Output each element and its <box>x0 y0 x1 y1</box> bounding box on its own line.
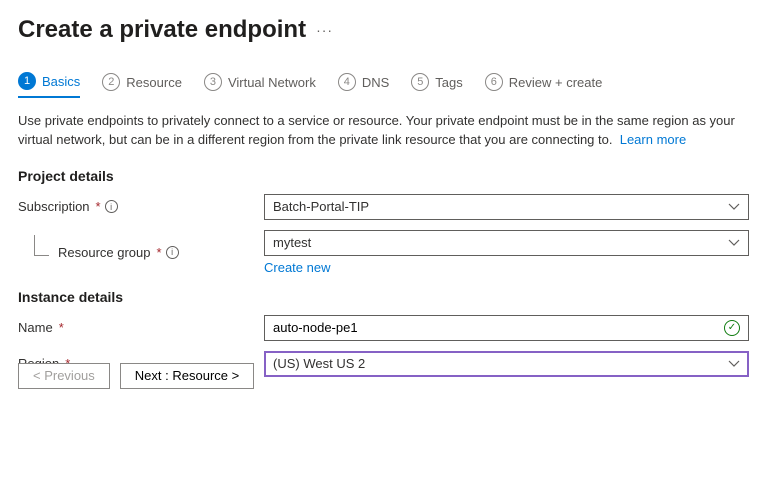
tab-virtual-network[interactable]: 3 Virtual Network <box>204 72 316 98</box>
subscription-label: Subscription* i <box>18 199 264 214</box>
chevron-down-icon <box>728 201 740 213</box>
success-icon: ✓ <box>724 320 740 336</box>
tab-label: Basics <box>42 74 80 89</box>
step-number-icon: 1 <box>18 72 36 90</box>
info-icon[interactable]: i <box>166 246 179 259</box>
next-button[interactable]: Next : Resource > <box>120 363 254 389</box>
tab-tags[interactable]: 5 Tags <box>411 72 462 98</box>
step-number-icon: 4 <box>338 73 356 91</box>
chevron-down-icon <box>728 358 740 370</box>
name-label: Name* <box>18 320 264 335</box>
learn-more-link[interactable]: Learn more <box>620 132 686 147</box>
tab-basics[interactable]: 1 Basics <box>18 72 80 98</box>
project-details-heading: Project details <box>18 168 749 184</box>
tab-label: DNS <box>362 75 389 90</box>
region-select[interactable]: (US) West US 2 <box>264 351 749 377</box>
tab-label: Review + create <box>509 75 603 90</box>
tab-review-create[interactable]: 6 Review + create <box>485 72 603 98</box>
step-number-icon: 2 <box>102 73 120 91</box>
more-icon[interactable]: ··· <box>316 22 333 38</box>
wizard-tabs: 1 Basics 2 Resource 3 Virtual Network 4 … <box>18 72 749 98</box>
description-text: Use private endpoints to privately conne… <box>18 112 749 150</box>
name-input[interactable]: ✓ <box>264 315 749 341</box>
resource-group-label: Resource group* i <box>18 245 264 260</box>
previous-button[interactable]: < Previous <box>18 363 110 389</box>
resource-group-select[interactable]: mytest <box>264 230 749 256</box>
step-number-icon: 5 <box>411 73 429 91</box>
step-number-icon: 6 <box>485 73 503 91</box>
chevron-down-icon <box>728 237 740 249</box>
subscription-select[interactable]: Batch-Portal-TIP <box>264 194 749 220</box>
instance-details-heading: Instance details <box>18 289 749 305</box>
tab-dns[interactable]: 4 DNS <box>338 72 389 98</box>
tab-label: Tags <box>435 75 462 90</box>
tab-resource[interactable]: 2 Resource <box>102 72 182 98</box>
name-input-field[interactable] <box>273 316 716 340</box>
page-title: Create a private endpoint <box>18 16 306 44</box>
info-icon[interactable]: i <box>105 200 118 213</box>
step-number-icon: 3 <box>204 73 222 91</box>
tab-label: Resource <box>126 75 182 90</box>
tab-label: Virtual Network <box>228 75 316 90</box>
create-new-link[interactable]: Create new <box>264 260 330 275</box>
